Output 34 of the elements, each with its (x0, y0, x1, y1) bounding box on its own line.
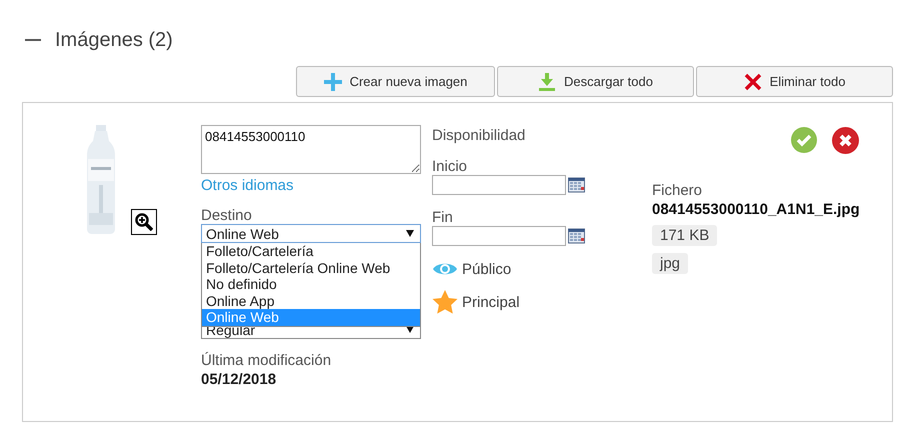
dropdown-option[interactable]: Folleto/Cartelería (202, 243, 420, 260)
modified-date: 05/12/2018 (201, 371, 278, 388)
close-icon[interactable] (832, 127, 859, 154)
dropdown-option[interactable]: Online App (202, 292, 420, 309)
plus-icon (324, 72, 342, 90)
field-label: Destino (201, 207, 253, 224)
file-tag: jpg (652, 253, 688, 274)
flag-label: Público (462, 260, 512, 278)
check-icon[interactable] (791, 127, 817, 153)
field-label: Inicio (432, 158, 468, 175)
download-icon (538, 72, 556, 90)
field-label: Fichero (652, 182, 702, 199)
toolbar-button[interactable]: Eliminar todo (696, 66, 893, 97)
file-name: 08414553000110_A1N1_E.jpg (652, 201, 860, 218)
field-label: Última modificación (201, 352, 332, 369)
toolbar-button[interactable]: Crear nueva imagen (296, 66, 495, 97)
calendar-icon[interactable] (568, 228, 585, 244)
field-label: Fin (432, 209, 454, 226)
toolbar-button[interactable]: Descargar todo (497, 66, 694, 97)
start-date-field[interactable] (432, 175, 566, 195)
star-icon[interactable] (432, 290, 458, 315)
destination-select[interactable]: Online Web (201, 224, 421, 243)
close-icon (744, 72, 762, 90)
section-title: Imágenes (2) (55, 28, 173, 52)
calendar-icon[interactable] (568, 177, 585, 193)
end-date-field[interactable] (432, 226, 566, 246)
dropdown-option[interactable]: No definido (202, 276, 420, 292)
caret-icon (406, 230, 414, 237)
flag-label: Principal (462, 294, 520, 311)
description-field[interactable]: 08414553000110 (201, 125, 421, 174)
zoom-in-icon[interactable] (131, 209, 157, 235)
dropdown-option[interactable]: Folleto/Cartelería Online Web (202, 260, 420, 276)
availability-title: Disponibilidad (432, 127, 526, 144)
file-tag: 171 KB (652, 225, 718, 246)
